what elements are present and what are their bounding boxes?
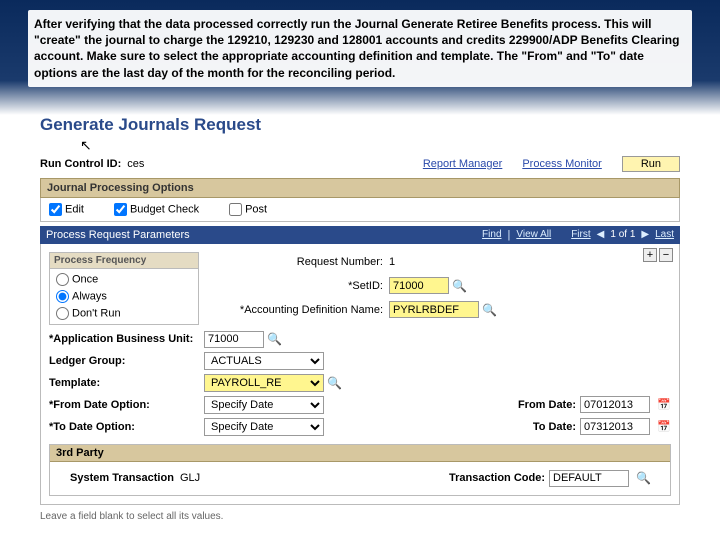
delete-row-button[interactable]: − bbox=[659, 248, 673, 262]
from-date-label: From Date: bbox=[506, 399, 576, 411]
acct-def-label: *Accounting Definition Name: bbox=[219, 304, 389, 316]
lookup-icon[interactable]: 🔍 bbox=[327, 376, 341, 390]
app-content: Generate Journals Request ↖ Run Control … bbox=[0, 115, 720, 522]
add-row-button[interactable]: + bbox=[643, 248, 657, 262]
report-manager-link[interactable]: Report Manager bbox=[423, 158, 503, 170]
journal-options-body: Edit Budget Check Post bbox=[40, 198, 680, 222]
to-date-option-select[interactable]: Specify Date bbox=[204, 418, 324, 436]
params-body: + − Process Frequency Once Always Don't … bbox=[40, 244, 680, 505]
lookup-icon[interactable]: 🔍 bbox=[482, 303, 496, 317]
run-control-row: Run Control ID: ces Report Manager Proce… bbox=[40, 154, 680, 178]
prev-icon[interactable]: ◀ bbox=[597, 229, 605, 240]
run-control-label: Run Control ID: bbox=[40, 158, 121, 170]
transaction-code-input[interactable] bbox=[549, 470, 629, 487]
process-frequency-title: Process Frequency bbox=[50, 253, 198, 269]
to-date-input[interactable] bbox=[580, 418, 650, 435]
lookup-icon[interactable]: 🔍 bbox=[636, 471, 650, 485]
cursor-icon: ↖ bbox=[80, 137, 92, 154]
freq-once-radio[interactable]: Once bbox=[56, 273, 192, 286]
ledger-group-label: Ledger Group: bbox=[49, 355, 204, 367]
params-title: Process Request Parameters bbox=[46, 229, 190, 241]
instruction-text: After verifying that the data processed … bbox=[28, 10, 692, 87]
app-bu-label: *Application Business Unit: bbox=[49, 333, 204, 345]
page-title: Generate Journals Request bbox=[40, 115, 680, 135]
third-party-section: 3rd Party System Transaction GLJ Transac… bbox=[49, 444, 671, 496]
post-checkbox[interactable]: Post bbox=[229, 203, 267, 216]
lookup-icon[interactable]: 🔍 bbox=[452, 279, 466, 293]
request-number-value: 1 bbox=[389, 256, 395, 268]
system-transaction-value: GLJ bbox=[180, 472, 200, 484]
journal-options-header: Journal Processing Options bbox=[40, 178, 680, 198]
calendar-icon[interactable]: 📅 bbox=[657, 420, 671, 434]
process-monitor-link[interactable]: Process Monitor bbox=[522, 158, 601, 170]
find-link[interactable]: Find bbox=[482, 229, 501, 240]
from-date-option-select[interactable]: Specify Date bbox=[204, 396, 324, 414]
template-label: Template: bbox=[49, 377, 204, 389]
freq-always-radio[interactable]: Always bbox=[56, 290, 192, 303]
template-select[interactable]: PAYROLL_RE bbox=[204, 374, 324, 392]
first-link[interactable]: First bbox=[571, 229, 590, 240]
to-date-option-label: *To Date Option: bbox=[49, 421, 204, 433]
request-number-label: Request Number: bbox=[219, 256, 389, 268]
view-all-link[interactable]: View All bbox=[516, 229, 551, 240]
next-icon[interactable]: ▶ bbox=[641, 229, 649, 240]
run-button[interactable]: Run bbox=[622, 156, 680, 172]
last-link[interactable]: Last bbox=[655, 229, 674, 240]
params-header: Process Request Parameters Find | View A… bbox=[40, 226, 680, 244]
run-control-value: ces bbox=[127, 158, 144, 170]
calendar-icon[interactable]: 📅 bbox=[657, 398, 671, 412]
third-party-title: 3rd Party bbox=[50, 445, 670, 462]
process-frequency-box: Process Frequency Once Always Don't Run bbox=[49, 252, 199, 325]
system-transaction-label: System Transaction bbox=[70, 472, 174, 484]
freq-dontrun-radio[interactable]: Don't Run bbox=[56, 307, 192, 320]
lookup-icon[interactable]: 🔍 bbox=[267, 332, 281, 346]
app-bu-input[interactable] bbox=[204, 331, 264, 348]
footnote: Leave a field blank to select all its va… bbox=[40, 511, 680, 522]
edit-checkbox[interactable]: Edit bbox=[49, 203, 84, 216]
params-right-column: Request Number: 1 *SetID: 🔍 *Accounting … bbox=[219, 252, 671, 320]
slide-header: After verifying that the data processed … bbox=[0, 0, 720, 115]
from-date-option-label: *From Date Option: bbox=[49, 399, 204, 411]
setid-input[interactable] bbox=[389, 277, 449, 294]
to-date-label: To Date: bbox=[506, 421, 576, 433]
transaction-code-label: Transaction Code: bbox=[449, 472, 545, 484]
record-counter: 1 of 1 bbox=[610, 229, 635, 240]
params-lower: *Application Business Unit: 🔍 Ledger Gro… bbox=[49, 325, 671, 436]
budget-check-checkbox[interactable]: Budget Check bbox=[114, 203, 199, 216]
acct-def-input[interactable] bbox=[389, 301, 479, 318]
from-date-input[interactable] bbox=[580, 396, 650, 413]
ledger-group-select[interactable]: ACTUALS bbox=[204, 352, 324, 370]
setid-label: *SetID: bbox=[219, 280, 389, 292]
